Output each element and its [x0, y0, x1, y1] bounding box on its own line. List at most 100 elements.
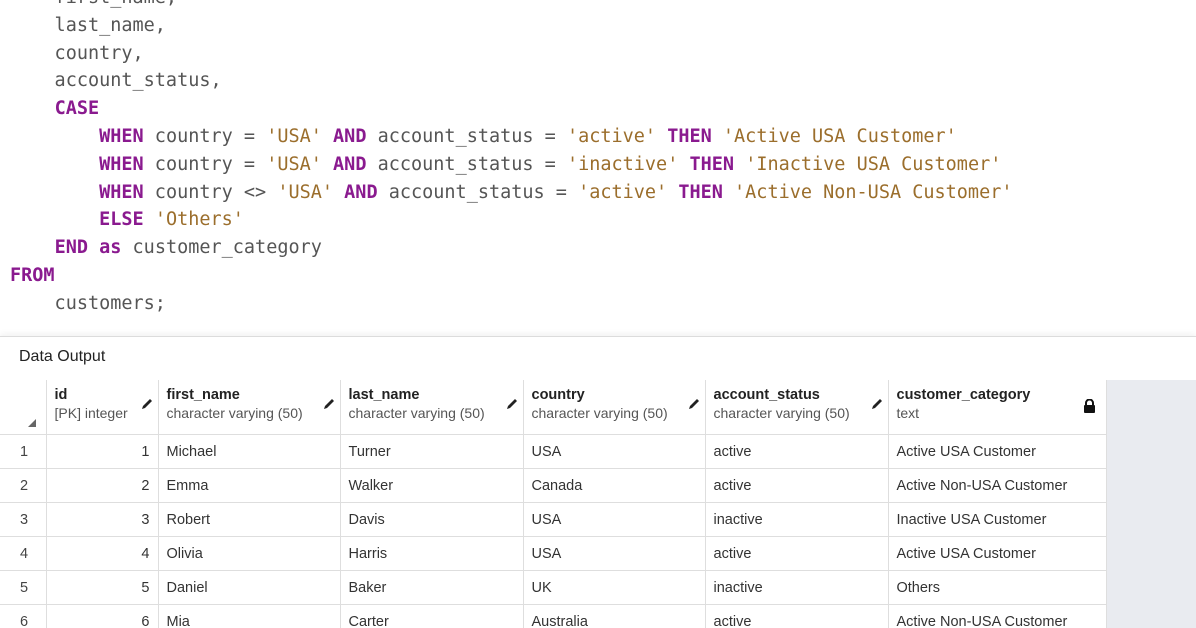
row-number[interactable]: 4 [0, 536, 47, 571]
column-name: account_status [713, 387, 820, 403]
code-line: WHEN country = 'USA' AND account_status … [10, 123, 1012, 151]
column-name: id [54, 387, 68, 403]
cell-country[interactable]: Canada [523, 468, 706, 503]
cell-first-name[interactable]: Daniel [158, 570, 341, 605]
data-output-tab-title[interactable]: Data Output [19, 348, 105, 366]
column-type: character varying (50) [166, 405, 303, 421]
cell-last-name[interactable]: Carter [340, 604, 524, 628]
cell-country[interactable]: USA [523, 536, 706, 571]
cell-customer-category[interactable]: Active Non-USA Customer [888, 468, 1107, 503]
column-header-customer-category[interactable]: customer_category text [888, 380, 1107, 435]
column-type: character varying (50) [713, 405, 850, 421]
header-row: id [PK] integer first_name character varyin… [0, 380, 1107, 435]
cell-id[interactable]: 2 [46, 468, 159, 503]
sql-string: 'Active USA Customer' [722, 125, 957, 147]
cell-id[interactable]: 1 [46, 434, 159, 469]
cell-last-name[interactable]: Walker [340, 468, 524, 503]
cell-id[interactable]: 3 [46, 502, 159, 537]
cell-first-name[interactable]: Emma [158, 468, 341, 503]
cell-first-name[interactable]: Robert [158, 502, 341, 537]
sql-keyword: FROM [10, 264, 55, 286]
table-row[interactable]: 1 1 Michael Turner USA active Active USA Custo… [0, 434, 1107, 469]
cell-country[interactable]: Australia [523, 604, 706, 628]
sql-keyword: THEN [667, 125, 712, 147]
row-number[interactable]: 5 [0, 570, 47, 605]
table-row[interactable]: 4 4 Olivia Harris USA active Active USA Custom… [0, 536, 1107, 571]
cell-last-name[interactable]: Davis [340, 502, 524, 537]
column-header-last-name[interactable]: last_name character varying (50) [340, 380, 524, 435]
table-row[interactable]: 5 5 Daniel Baker UK inactive Others [0, 570, 1107, 605]
cell-country[interactable]: UK [523, 570, 706, 605]
code-line: country, [10, 40, 1012, 68]
cell-account-status[interactable]: active [705, 468, 889, 503]
table-row[interactable]: 3 3 Robert Davis USA inactive Inactive USA Cus… [0, 502, 1107, 537]
cell-last-name[interactable]: Baker [340, 570, 524, 605]
column-header-id[interactable]: id [PK] integer [46, 380, 159, 435]
results-grid[interactable]: id [PK] integer first_name character varyin… [0, 380, 1196, 628]
sort-icon[interactable] [28, 415, 36, 431]
cell-last-name[interactable]: Turner [340, 434, 524, 469]
cell-customer-category[interactable]: Active USA Customer [888, 434, 1107, 469]
row-number[interactable]: 6 [0, 604, 47, 628]
results-table: id [PK] integer first_name character varyin… [0, 380, 1107, 628]
sql-editor[interactable]: first_name, last_name, country, account_… [0, 0, 1196, 336]
cell-account-status[interactable]: inactive [705, 502, 889, 537]
column-header-country[interactable]: country character varying (50) [523, 380, 706, 435]
table-row[interactable]: 6 6 Mia Carter Australia active Active Non-USA… [0, 604, 1107, 628]
cell-country[interactable]: USA [523, 434, 706, 469]
cell-id[interactable]: 5 [46, 570, 159, 605]
row-number[interactable]: 2 [0, 468, 47, 503]
cell-last-name[interactable]: Harris [340, 536, 524, 571]
code-line: ELSE 'Others' [10, 206, 1012, 234]
code-line: last_name, [10, 12, 1012, 40]
column-name: first_name [166, 387, 240, 403]
cell-id[interactable]: 6 [46, 604, 159, 628]
cell-account-status[interactable]: active [705, 604, 889, 628]
column-type: text [896, 405, 920, 421]
pencil-icon [140, 397, 154, 415]
cell-account-status[interactable]: active [705, 536, 889, 571]
cell-first-name[interactable]: Mia [158, 604, 341, 628]
cell-account-status[interactable]: active [705, 434, 889, 469]
cell-id[interactable]: 4 [46, 536, 159, 571]
code-line: customers; [10, 290, 1012, 318]
sql-string: 'USA' [266, 125, 322, 147]
cell-customer-category[interactable]: Others [888, 570, 1107, 605]
sql-string: 'Others' [154, 209, 244, 231]
sql-text: account_status = [377, 181, 579, 203]
sql-text: last_name, [10, 14, 166, 36]
sql-keyword: WHEN [99, 125, 144, 147]
pencil-icon [687, 397, 701, 415]
sql-keyword: as [99, 237, 122, 259]
cell-customer-category[interactable]: Active Non-USA Customer [888, 604, 1107, 628]
lock-icon [1083, 398, 1096, 417]
sql-keyword: THEN [678, 181, 723, 203]
row-number[interactable]: 1 [0, 434, 47, 469]
sql-string: 'inactive' [566, 153, 679, 175]
row-number-header [0, 380, 47, 435]
cell-account-status[interactable]: inactive [705, 570, 889, 605]
table-row[interactable]: 2 2 Emma Walker Canada active Active Non-USA C… [0, 468, 1107, 503]
code-line: first_name, [10, 0, 1012, 12]
cell-customer-category[interactable]: Inactive USA Customer [888, 502, 1107, 537]
cell-customer-category[interactable]: Active USA Customer [888, 536, 1107, 571]
cell-first-name[interactable]: Olivia [158, 536, 341, 571]
sql-keyword: END [54, 237, 88, 259]
column-type: [PK] integer [54, 405, 128, 421]
cell-country[interactable]: USA [523, 502, 706, 537]
column-header-first-name[interactable]: first_name character varying (50) [158, 380, 341, 435]
row-number[interactable]: 3 [0, 502, 47, 537]
column-header-account-status[interactable]: account_status character varying (50) [705, 380, 889, 435]
cell-first-name[interactable]: Michael [158, 434, 341, 469]
